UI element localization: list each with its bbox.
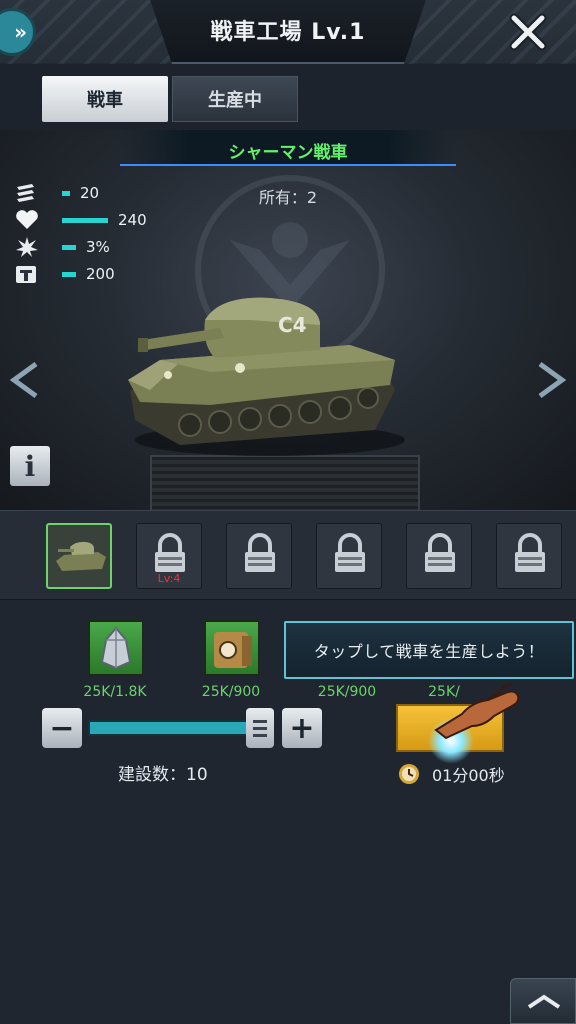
lock-icon <box>515 533 545 572</box>
tank-display-stage: シャーマン戦車 所有：2 20 240 3% 200 C4 i <box>0 130 576 510</box>
stat-value: 240 <box>118 211 147 229</box>
decrease-button[interactable]: − <box>42 708 82 748</box>
clock-icon <box>399 764 419 784</box>
resource-label: 25K/900 <box>201 684 261 700</box>
stat-bar <box>62 190 70 196</box>
stat-bar <box>62 244 76 250</box>
quantity-slider-track[interactable] <box>88 720 248 736</box>
tank-slot-locked[interactable] <box>226 523 292 589</box>
stat-bar <box>62 217 108 223</box>
resource-label: 25K/900 <box>317 684 377 700</box>
tank-slot-locked[interactable] <box>496 523 562 589</box>
stat-bar <box>62 271 76 277</box>
next-tank-arrow-icon[interactable] <box>534 360 568 400</box>
previous-tank-arrow-icon[interactable] <box>8 360 42 400</box>
lock-icon <box>425 533 455 572</box>
lock-icon <box>335 533 365 572</box>
stat-value: 3% <box>86 238 110 256</box>
page-title: 戦車工場 Lv.1 <box>210 20 366 45</box>
timer-text: 01分00秒 <box>432 766 505 785</box>
lock-icon <box>155 533 185 572</box>
ammo-icon <box>17 184 34 202</box>
quantity-slider-thumb[interactable] <box>246 708 274 748</box>
double-chevron-right-icon: » <box>14 20 27 44</box>
stat-health: 240 <box>14 209 147 231</box>
scroll-up-button[interactable] <box>510 978 576 1024</box>
crystal-icon <box>100 626 132 670</box>
build-count: 建設数：10 <box>118 765 208 785</box>
tank-thumbnail-icon <box>56 541 106 571</box>
resource-crystal <box>88 620 144 676</box>
tank-slot-row: Lv:4 <box>0 510 576 600</box>
tank-slot-locked[interactable] <box>406 523 472 589</box>
info-button[interactable]: i <box>10 446 50 486</box>
grip-icon <box>253 720 267 737</box>
tab-in-production[interactable]: 生産中 <box>172 76 298 122</box>
stat-attack: 20 <box>14 182 99 204</box>
close-icon[interactable] <box>508 12 548 52</box>
tutorial-tooltip: タップして戦車を生産しよう！ <box>284 621 574 679</box>
cargo-icon <box>16 266 36 283</box>
platform-grate <box>150 455 420 510</box>
pointing-hand-icon <box>434 683 520 740</box>
tab-tanks[interactable]: 戦車 <box>42 76 168 122</box>
resource-oil <box>204 620 260 676</box>
stat-critical: 3% <box>14 236 110 258</box>
tank-name: シャーマン戦車 <box>228 143 348 163</box>
stat-value: 20 <box>80 184 100 202</box>
header: 戦車工場 Lv.1 » <box>0 0 576 64</box>
tank-slot-selected[interactable] <box>46 523 112 589</box>
owned-count: 所有：2 <box>258 188 318 207</box>
unlock-level-label: Lv:4 <box>157 572 181 585</box>
increase-button[interactable]: + <box>282 708 322 748</box>
tab-bar: 戦車 生産中 <box>0 64 576 130</box>
production-timer: 01分00秒 <box>398 762 505 786</box>
oil-barrel-icon <box>214 632 252 668</box>
tank-slot-locked[interactable] <box>316 523 382 589</box>
tank-decal: C4 <box>278 313 307 337</box>
heart-icon <box>16 210 38 229</box>
sherman-tank-image: C4 <box>128 297 405 456</box>
explosion-icon <box>16 237 38 257</box>
chevron-up-icon <box>527 994 561 1009</box>
tank-slot-locked[interactable]: Lv:4 <box>136 523 202 589</box>
stat-value: 200 <box>86 265 115 283</box>
lock-icon <box>245 533 275 572</box>
resource-label: 25K/1.8K <box>83 684 147 700</box>
stat-capacity: 200 <box>14 263 115 285</box>
